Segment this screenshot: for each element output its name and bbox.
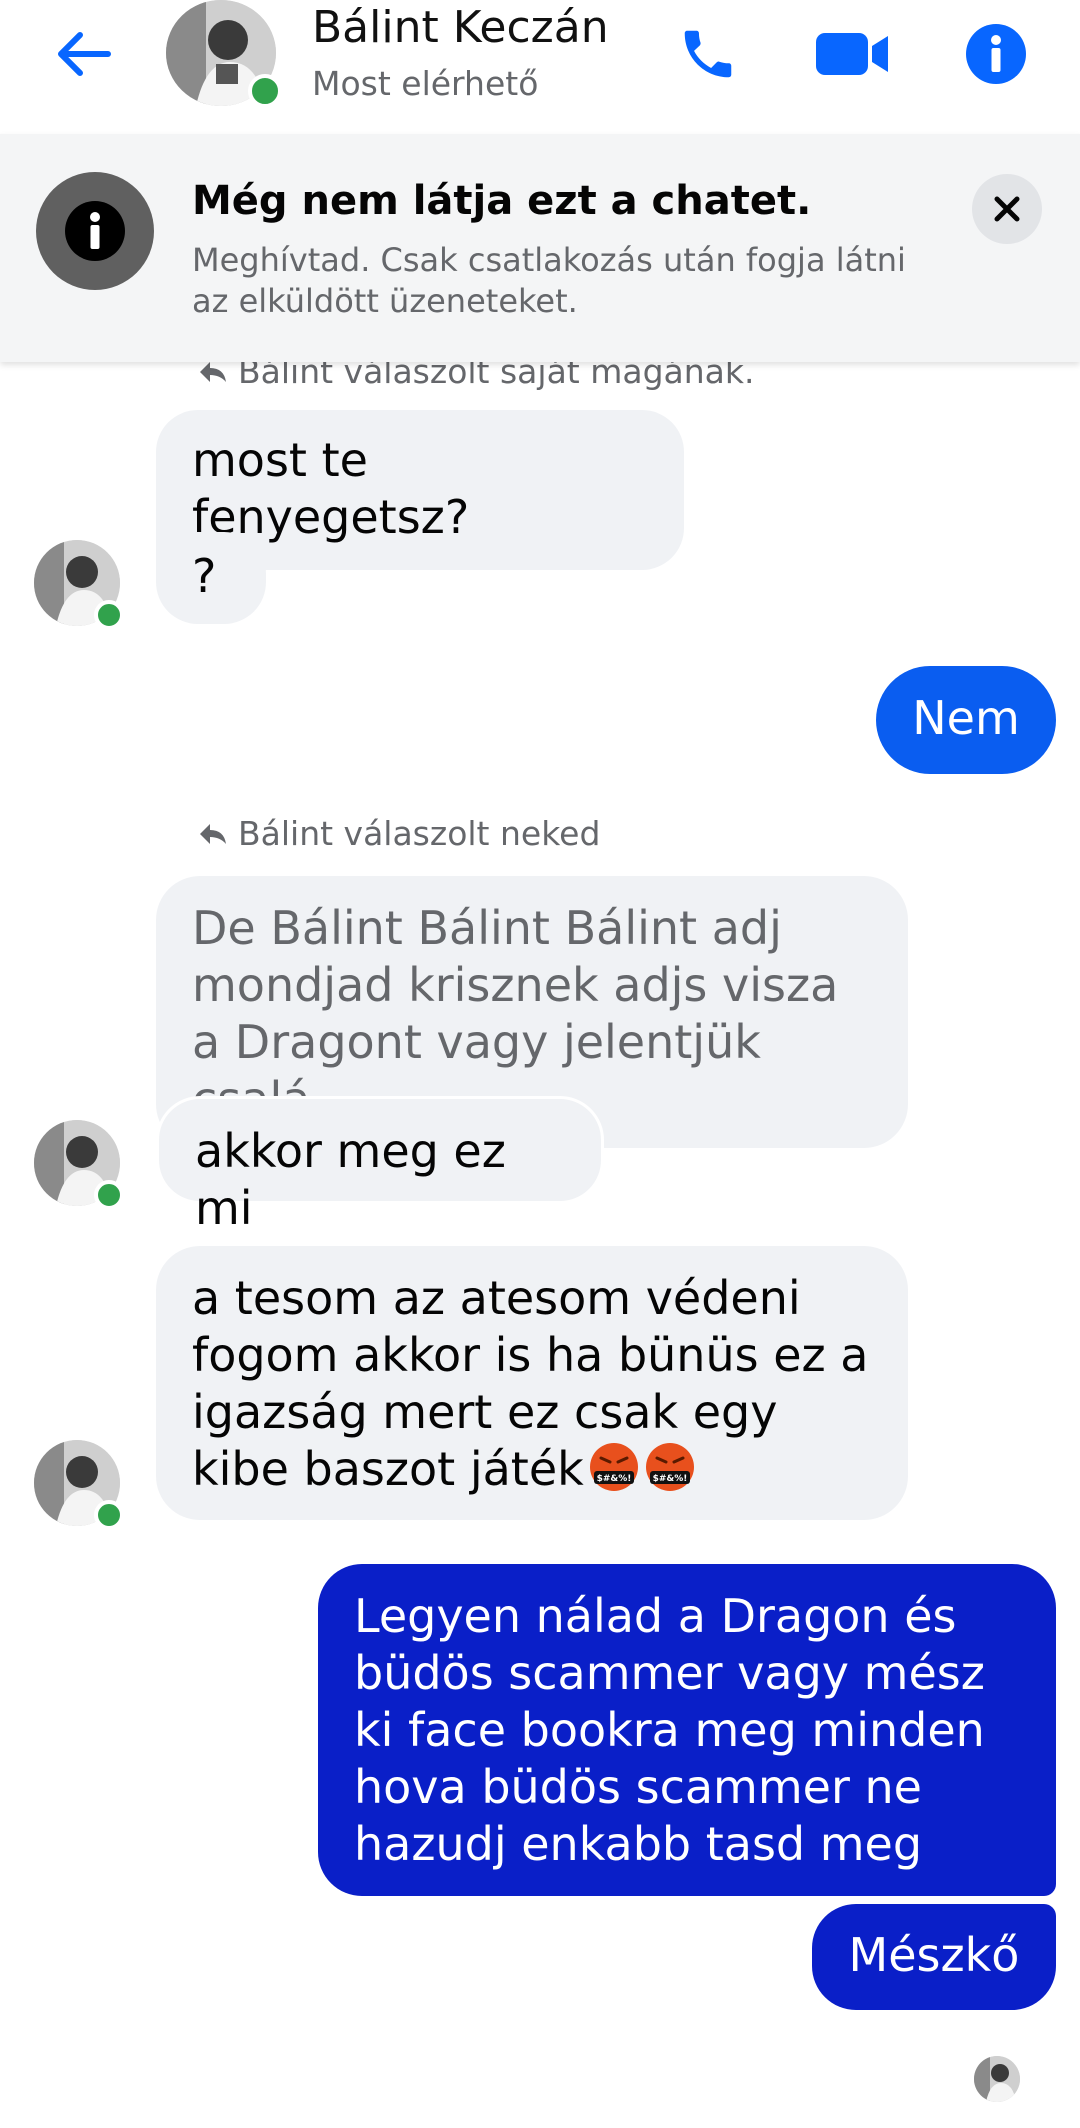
banner-title: Még nem látja ezt a chatet. [192, 178, 812, 224]
arrow-left-icon [58, 32, 111, 76]
info-icon [966, 24, 1026, 84]
message-text: most te fenyegetsz? [192, 433, 470, 544]
message-bubble-incoming[interactable]: a tesom az atesom védeni fogom akkor is … [156, 1246, 908, 1520]
contact-name[interactable]: Bálint Keczán [312, 2, 609, 53]
back-button[interactable] [48, 22, 120, 86]
info-button[interactable] [956, 16, 1036, 92]
invite-notice-banner: Még nem látja ezt a chatet. Meghívtad. C… [0, 134, 1080, 362]
banner-close-button[interactable] [972, 174, 1042, 244]
contact-status: Most elérhető [312, 64, 539, 103]
contact-avatar[interactable] [166, 0, 282, 108]
sender-avatar[interactable] [34, 1440, 124, 1530]
reply-header: Bálint válaszolt neked [198, 814, 600, 853]
quoted-message-text: De Bálint Bálint Bálint adj mondjad kris… [192, 901, 839, 1126]
sender-avatar[interactable] [34, 1120, 124, 1210]
message-bubble-incoming[interactable]: ? [156, 532, 266, 624]
phone-icon [684, 30, 732, 78]
message-text: a tesom az atesom védeni fogom akkor is … [192, 1271, 869, 1496]
message-bubble-outgoing[interactable]: Mészkő [812, 1904, 1056, 2010]
close-icon [994, 196, 1020, 222]
chat-header: Bálint Keczán Most elérhető [0, 0, 1080, 134]
message-text: ? [192, 549, 217, 603]
svg-text:$#&%!: $#&%! [652, 1474, 687, 1484]
message-bubble-outgoing[interactable]: Legyen nálad a Dragon és büdös scammer v… [318, 1564, 1056, 1896]
seen-receipt-avatar [974, 2056, 1020, 2102]
sender-avatar[interactable] [34, 540, 124, 630]
online-status-dot [248, 74, 282, 108]
reply-header-text: Bálint válaszolt neked [238, 814, 601, 853]
audio-call-button[interactable] [668, 16, 748, 92]
message-text: Mészkő [848, 1928, 1020, 1982]
message-text: Legyen nálad a Dragon és büdös scammer v… [354, 1589, 985, 1871]
online-status-dot [94, 600, 124, 630]
video-call-button[interactable] [812, 16, 892, 92]
reply-arrow-icon [200, 823, 226, 844]
reply-arrow-icon [200, 361, 226, 382]
banner-info-circle [36, 172, 154, 290]
swearing-face-emoji: $#&%! $#&%! [584, 1442, 696, 1496]
online-status-dot [94, 1180, 124, 1210]
banner-text: Meghívtad. Csak csatlakozás után fogja l… [192, 241, 906, 320]
info-icon [65, 201, 125, 261]
svg-text:$#&%!: $#&%! [596, 1474, 631, 1484]
message-bubble-incoming[interactable]: akkor meg ez mi [156, 1096, 604, 1235]
message-text: Nem [912, 691, 1020, 745]
online-status-dot [94, 1500, 124, 1530]
message-bubble-outgoing[interactable]: Nem [876, 666, 1056, 774]
message-text: akkor meg ez mi [195, 1124, 506, 1235]
video-camera-icon [816, 33, 888, 75]
